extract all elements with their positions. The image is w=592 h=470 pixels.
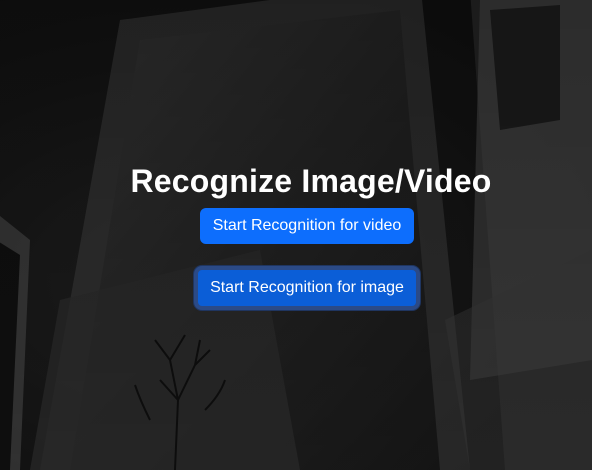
page-title: Recognize Image/Video bbox=[130, 163, 492, 199]
start-video-recognition-button[interactable]: Start Recognition for video bbox=[200, 208, 414, 244]
app-window: Recognize Image/Video Start Recognition … bbox=[0, 0, 592, 470]
start-image-recognition-button[interactable]: Start Recognition for image bbox=[194, 266, 420, 310]
hero-content: Recognize Image/Video Start Recognition … bbox=[0, 0, 592, 470]
